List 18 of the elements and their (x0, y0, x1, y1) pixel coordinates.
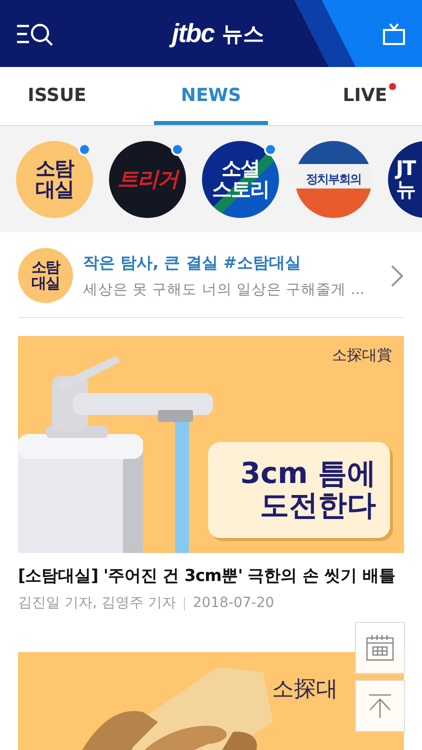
article-byline: 김진일 기자, 김영주 기자 (18, 594, 176, 612)
logo-suffix: 뉴스 (222, 20, 264, 48)
logo[interactable]: jtbc (172, 18, 214, 49)
article-thumbnail[interactable]: 소探대賞 3cm 틈에 도전한다 (18, 336, 404, 553)
section-title[interactable]: 작은 탐사, 큰 결실 #소탐대실 (83, 252, 380, 274)
channel-logo[interactable]: JT 뉴 (388, 140, 422, 218)
section-subtitle: 세상은 못 구해도 너의 일상은 구해줄게 ... (83, 280, 366, 298)
headline-bubble: 3cm 틈에 도전한다 (208, 442, 390, 538)
brand-label: 소探대賞 (332, 346, 392, 365)
channel-logo[interactable]: 정치부회의 (295, 140, 372, 218)
tab[interactable]: LIVE (308, 67, 422, 125)
brand-label: 소探대 (272, 676, 338, 704)
article-date: 2018-07-20 (192, 595, 274, 611)
channel-logo[interactable]: 소탐 대실 (16, 140, 93, 218)
article-title[interactable]: [소탐대실] '주어진 건 3cm뿐' 극한의 손 씻기 배틀 (18, 565, 404, 587)
tab[interactable]: ISSUE (0, 67, 114, 125)
channel-avatar[interactable]: 소탐 대실 (18, 248, 73, 303)
channel-logo[interactable]: 소셜 스토리 (202, 140, 279, 218)
